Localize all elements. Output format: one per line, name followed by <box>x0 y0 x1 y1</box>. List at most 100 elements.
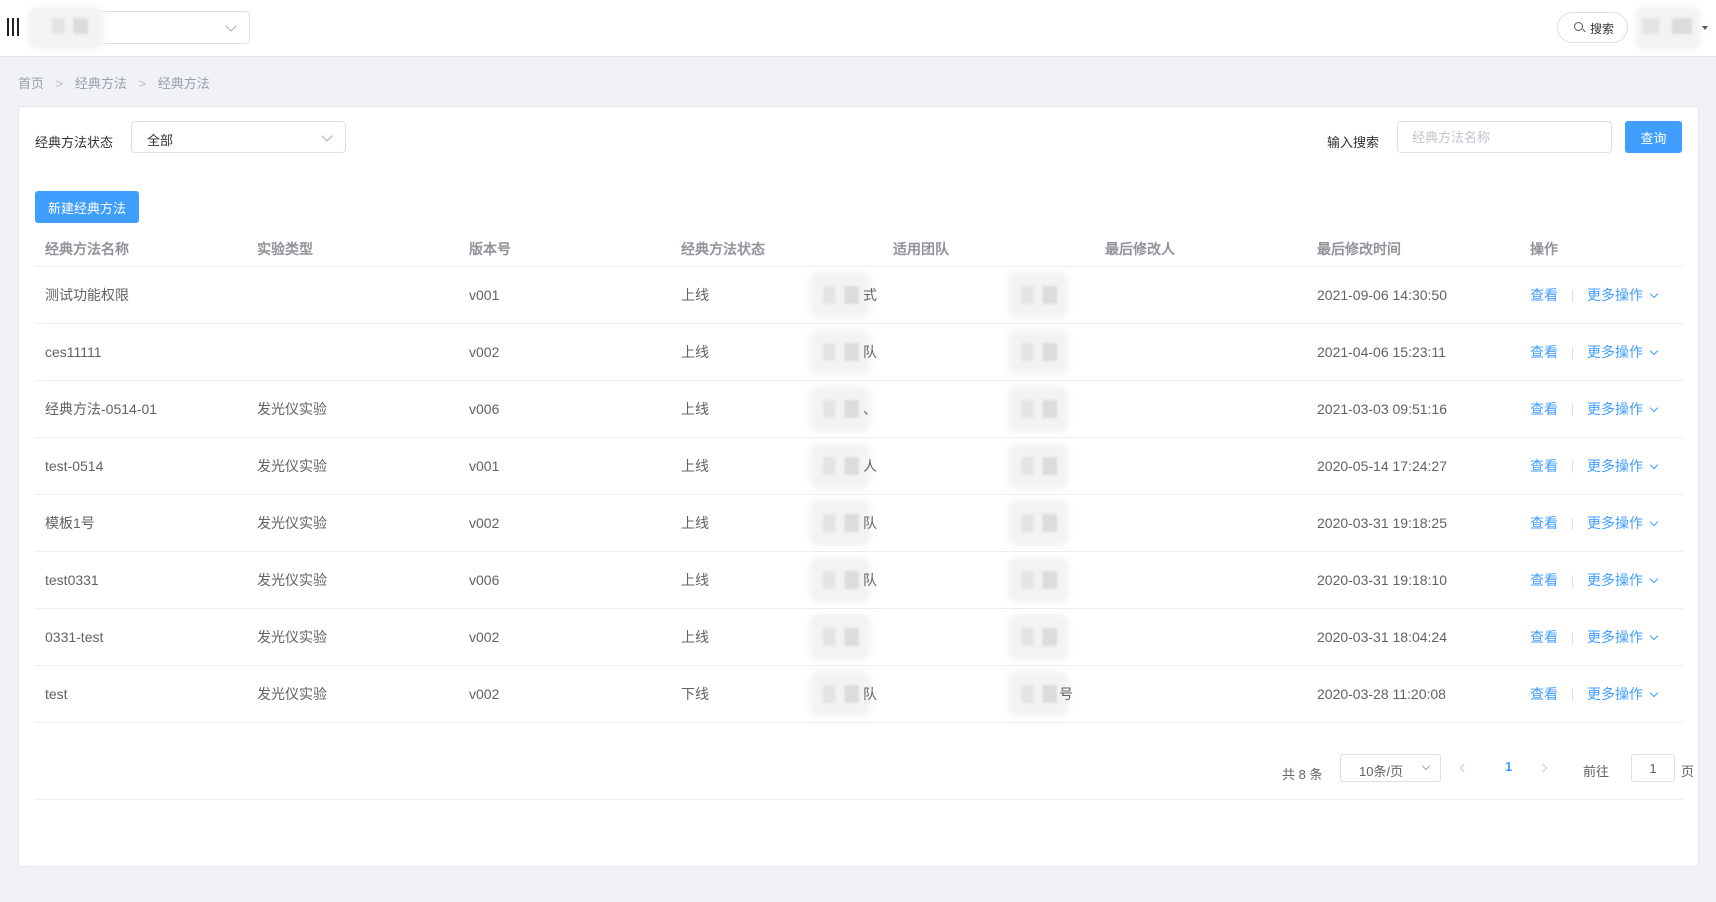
cell-version: v006 <box>469 572 500 588</box>
more-actions-dropdown[interactable]: 更多操作 <box>1587 401 1659 417</box>
global-search-button[interactable]: 搜索 <box>1557 12 1628 43</box>
table-row: test-0514 发光仪实验 v001 上线 人 2020-05-14 17:24:27… <box>35 438 1683 495</box>
cell-team: 队 <box>863 686 877 702</box>
new-method-button[interactable]: 新建经典方法 <box>35 191 139 223</box>
cell-name: ces11111 <box>45 344 102 360</box>
redacted-modifier <box>1007 329 1069 375</box>
breadcrumb-section[interactable]: 经典方法 <box>75 76 127 91</box>
goto-page-input[interactable] <box>1631 754 1675 782</box>
breadcrumb-home[interactable]: 首页 <box>18 76 44 91</box>
more-actions-dropdown[interactable]: 更多操作 <box>1587 458 1659 474</box>
page-suffix: 页 <box>1681 764 1695 779</box>
more-actions-label: 更多操作 <box>1587 515 1643 531</box>
header-name: 经典方法名称 <box>45 241 129 257</box>
header-status: 经典方法状态 <box>681 241 765 257</box>
search-label: 搜索 <box>1590 22 1615 36</box>
menu-icon[interactable] <box>6 18 22 36</box>
cell-version: v002 <box>469 629 500 645</box>
header-actions: 操作 <box>1530 241 1558 257</box>
cell-team: 、 <box>863 401 877 417</box>
current-page[interactable]: 1 <box>1505 759 1512 774</box>
redacted-team <box>809 557 871 603</box>
cell-team: 队 <box>863 572 877 588</box>
cell-type: 发光仪实验 <box>257 572 327 588</box>
cell-time: 2020-05-14 17:24:27 <box>1317 458 1447 474</box>
redacted-team <box>809 272 871 318</box>
query-button[interactable]: 查询 <box>1625 121 1682 153</box>
more-actions-label: 更多操作 <box>1587 344 1643 360</box>
status-select[interactable]: 全部 <box>131 121 346 153</box>
cell-version: v001 <box>469 287 500 303</box>
redacted-team <box>809 386 871 432</box>
cell-team: 人 <box>863 458 877 474</box>
cell-name: 测试功能权限 <box>45 287 129 303</box>
more-actions-label: 更多操作 <box>1587 401 1643 417</box>
redacted-team <box>809 614 871 660</box>
table-bottom-border <box>35 799 1683 800</box>
view-link[interactable]: 查看 <box>1530 572 1558 588</box>
view-link[interactable]: 查看 <box>1530 686 1558 702</box>
more-actions-dropdown[interactable]: 更多操作 <box>1587 572 1659 588</box>
prev-page-icon[interactable] <box>1459 763 1469 773</box>
main-panel: 经典方法状态 全部 输入搜索 查询 新建经典方法 经典方法名称 实验类型 版本号… <box>18 106 1699 867</box>
table-row: test 发光仪实验 v002 下线 队 号 2020-03-28 11:20:08 查看 更多… <box>35 666 1683 723</box>
caret-down-icon[interactable] <box>1702 26 1708 30</box>
redacted-modifier <box>1007 272 1069 318</box>
more-actions-dropdown[interactable]: 更多操作 <box>1587 515 1659 531</box>
search-input[interactable] <box>1397 121 1612 153</box>
cell-status: 上线 <box>681 344 709 360</box>
page-size-value: 10条/页 <box>1359 764 1404 779</box>
row-actions: 查看 更多操作 <box>1530 513 1659 533</box>
breadcrumb-separator: > <box>55 76 64 91</box>
more-actions-label: 更多操作 <box>1587 686 1643 702</box>
header-version: 版本号 <box>469 241 511 257</box>
methods-table: 经典方法名称 实验类型 版本号 经典方法状态 适用团队 最后修改人 最后修改时间… <box>35 229 1683 723</box>
more-actions-dropdown[interactable]: 更多操作 <box>1587 287 1659 303</box>
breadcrumb: 首页 > 经典方法 > 经典方法 <box>18 73 218 92</box>
view-link[interactable]: 查看 <box>1530 629 1558 645</box>
redacted-username <box>1642 18 1692 34</box>
chevron-down-icon <box>321 130 333 142</box>
page-size-select[interactable]: 10条/页 <box>1340 754 1441 782</box>
more-actions-label: 更多操作 <box>1587 287 1643 303</box>
more-actions-dropdown[interactable]: 更多操作 <box>1587 629 1659 645</box>
header-team: 适用团队 <box>893 241 949 257</box>
more-actions-dropdown[interactable]: 更多操作 <box>1587 686 1659 702</box>
view-link[interactable]: 查看 <box>1530 458 1558 474</box>
cell-name: 0331-test <box>45 629 104 645</box>
row-actions: 查看 更多操作 <box>1530 342 1659 362</box>
chevron-down-icon <box>1649 631 1659 641</box>
action-divider <box>1572 689 1573 702</box>
cell-type: 发光仪实验 <box>257 401 327 417</box>
cell-name: test0331 <box>45 572 99 588</box>
redacted-modifier <box>1007 386 1069 432</box>
more-actions-dropdown[interactable]: 更多操作 <box>1587 344 1659 360</box>
table-row: 测试功能权限 v001 上线 式 2021-09-06 14:30:50 查看 更多操作 <box>35 267 1683 324</box>
view-link[interactable]: 查看 <box>1530 515 1558 531</box>
action-divider <box>1572 461 1573 474</box>
view-link[interactable]: 查看 <box>1530 344 1558 360</box>
cell-team: 队 <box>863 344 877 360</box>
chevron-down-icon <box>1649 460 1659 470</box>
redacted-org-name <box>52 18 88 34</box>
more-actions-label: 更多操作 <box>1587 629 1643 645</box>
cell-status: 上线 <box>681 515 709 531</box>
table-row: test0331 发光仪实验 v006 上线 队 2020-03-31 19:18:10 查… <box>35 552 1683 609</box>
view-link[interactable]: 查看 <box>1530 401 1558 417</box>
chevron-down-icon <box>1649 403 1659 413</box>
table-row: ces11111 v002 上线 队 2021-04-06 15:23:11 查看 更多操作 <box>35 324 1683 381</box>
cell-status: 上线 <box>681 572 709 588</box>
chevron-down-icon <box>1649 574 1659 584</box>
cell-modifier: 号 <box>1059 686 1073 702</box>
cell-time: 2021-04-06 15:23:11 <box>1317 344 1446 360</box>
view-link[interactable]: 查看 <box>1530 287 1558 303</box>
chevron-down-icon <box>1649 688 1659 698</box>
action-divider <box>1572 518 1573 531</box>
redacted-team <box>809 671 871 717</box>
next-page-icon[interactable] <box>1538 763 1548 773</box>
cell-status: 上线 <box>681 401 709 417</box>
chevron-down-icon <box>1649 289 1659 299</box>
breadcrumb-separator: > <box>138 76 147 91</box>
cell-status: 下线 <box>681 686 709 702</box>
cell-version: v001 <box>469 458 500 474</box>
